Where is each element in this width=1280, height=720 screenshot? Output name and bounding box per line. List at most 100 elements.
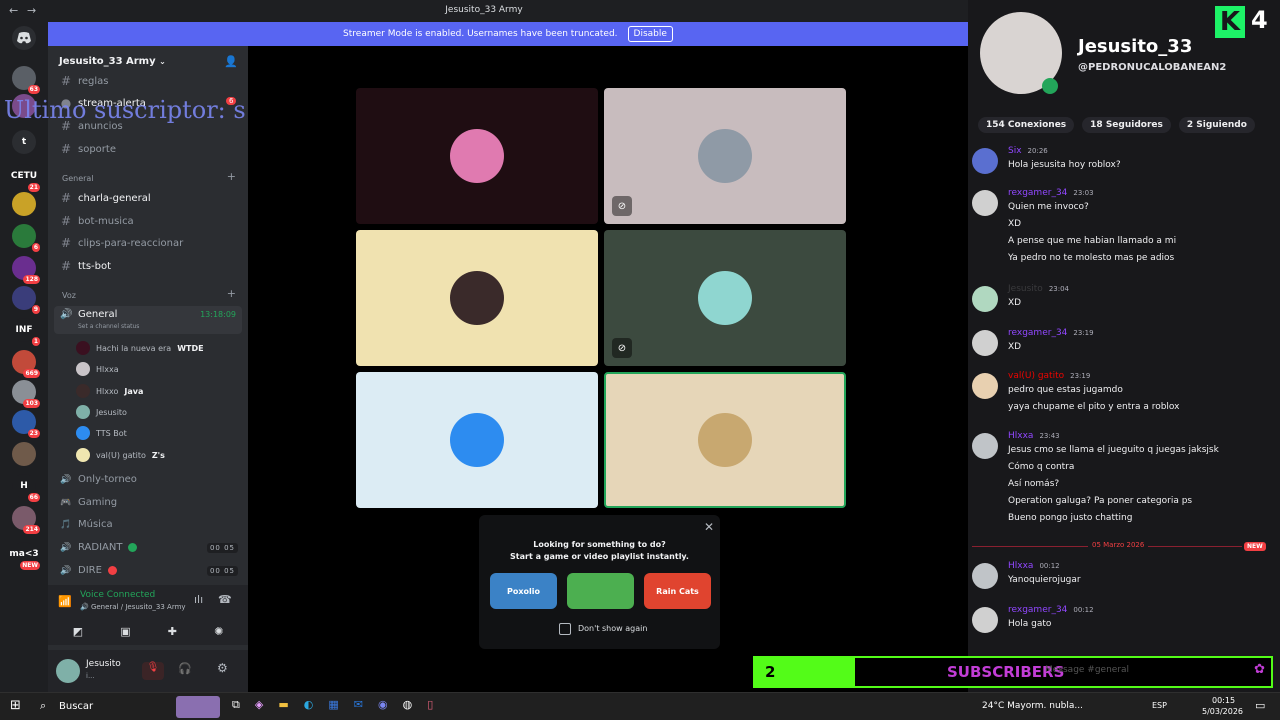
- voice-user[interactable]: Hlxxa: [76, 362, 119, 376]
- server-icon[interactable]: 9: [12, 286, 40, 314]
- chat-username[interactable]: Hlxxa 23:43: [1008, 431, 1060, 441]
- windows-start-icon[interactable]: ⊞: [10, 698, 21, 713]
- dont-show-checkbox[interactable]: [559, 623, 571, 635]
- voice-user[interactable]: Hachi la nueva era WTDE: [76, 341, 204, 355]
- voice-connected-label[interactable]: Voice Connected: [80, 590, 155, 600]
- category-general[interactable]: General: [62, 174, 94, 183]
- message-input[interactable]: Message #general: [1045, 665, 1129, 675]
- disable-button[interactable]: Disable: [627, 26, 673, 42]
- avatar[interactable]: [972, 563, 998, 589]
- voice-channel[interactable]: 🔊 RADIANT: [60, 542, 138, 553]
- voice-channel[interactable]: 🎵 Música: [60, 519, 112, 530]
- server-icon[interactable]: [12, 442, 36, 466]
- category-voz[interactable]: Voz: [62, 291, 76, 300]
- avatar[interactable]: [972, 190, 998, 216]
- server-icon[interactable]: H 66: [12, 474, 40, 502]
- task-view-icon[interactable]: ⧉: [232, 698, 240, 712]
- settings-gear-icon[interactable]: ⚙: [217, 661, 228, 675]
- notification-icon[interactable]: ▭: [1255, 699, 1265, 712]
- file-explorer-icon[interactable]: ▬: [278, 698, 288, 712]
- server-icon[interactable]: [12, 192, 36, 216]
- server-icon[interactable]: CETU 21: [11, 164, 40, 192]
- invite-icon[interactable]: 👤: [224, 55, 238, 68]
- activities-icon[interactable]: ✚: [168, 625, 177, 638]
- search-icon[interactable]: ⌕: [40, 699, 46, 713]
- avatar[interactable]: [972, 330, 998, 356]
- language[interactable]: ESP: [1152, 701, 1167, 710]
- avatar[interactable]: [972, 373, 998, 399]
- voice-channel[interactable]: 🔊 DIRE: [60, 565, 117, 576]
- channel-bot-musica[interactable]: # bot-musica: [60, 214, 134, 228]
- avatar[interactable]: [972, 433, 998, 459]
- server-icon[interactable]: 128: [12, 256, 40, 284]
- avatar[interactable]: [972, 148, 998, 174]
- app-icon[interactable]: ◍: [403, 698, 413, 712]
- soundboard-icon[interactable]: ılı: [194, 593, 203, 606]
- server-icon[interactable]: 23: [12, 410, 40, 438]
- avatar[interactable]: [972, 286, 998, 312]
- chat-username[interactable]: Six 20:26: [1008, 146, 1048, 156]
- mic-muted-icon[interactable]: 🎙: [142, 662, 164, 680]
- server-icon[interactable]: 103: [12, 380, 40, 408]
- active-voice-channel[interactable]: 🔊 General 13:18:09 Set a channel status: [54, 306, 242, 334]
- stat-followers[interactable]: 18 Seguidores: [1082, 117, 1171, 133]
- video-tile[interactable]: [356, 88, 598, 224]
- voice-user[interactable]: TTS Bot: [76, 426, 127, 440]
- stat-connections[interactable]: 154 Conexiones: [978, 117, 1075, 133]
- add-channel-icon[interactable]: +: [227, 170, 236, 183]
- game-card[interactable]: [567, 573, 634, 609]
- chat-username[interactable]: Hlxxa 00:12: [1008, 561, 1060, 571]
- taskbar-search[interactable]: Buscar: [59, 701, 93, 712]
- server-icon[interactable]: t: [12, 130, 36, 154]
- channel-charla-general[interactable]: # charla-general: [60, 191, 151, 205]
- server-icon[interactable]: 214: [12, 506, 40, 534]
- channel-clips-para-reaccionar[interactable]: # clips-para-reaccionar: [60, 236, 183, 250]
- voice-user[interactable]: val(U) gatito Z's: [76, 448, 165, 462]
- server-icon[interactable]: ma<3 NEW: [9, 542, 40, 570]
- server-icon[interactable]: 63: [12, 66, 40, 94]
- video-tile[interactable]: [356, 372, 598, 508]
- video-tile[interactable]: [604, 372, 846, 508]
- server-icon[interactable]: 6: [12, 224, 40, 252]
- discord-home-icon[interactable]: [12, 26, 36, 50]
- game-poxolio[interactable]: Poxolio: [490, 573, 557, 609]
- stat-following[interactable]: 2 Siguiendo: [1178, 117, 1255, 133]
- chat-username[interactable]: val(U) gatito 23:19: [1008, 371, 1090, 381]
- game-rain-cats[interactable]: Rain Cats: [644, 573, 711, 609]
- close-icon[interactable]: ✕: [704, 520, 714, 534]
- server-name[interactable]: Jesusito_33 Army ⌄: [59, 56, 166, 67]
- edge-icon[interactable]: ◐: [304, 698, 314, 712]
- video-tile[interactable]: ⊘: [604, 88, 846, 224]
- channel-soporte[interactable]: # soporte: [60, 142, 116, 156]
- chat-username[interactable]: rexgamer_34 00:12: [1008, 605, 1094, 615]
- chat-username[interactable]: rexgamer_34 23:03: [1008, 188, 1094, 198]
- chat-username[interactable]: rexgamer_34 23:19: [1008, 328, 1094, 338]
- server-icon[interactable]: 669: [12, 350, 40, 378]
- voice-channel[interactable]: 🔊 Only-torneo: [60, 474, 137, 485]
- avatar[interactable]: [56, 659, 80, 683]
- video-tile[interactable]: ⊘: [604, 230, 846, 366]
- add-voice-icon[interactable]: +: [227, 287, 236, 300]
- headphones-icon[interactable]: 🎧: [178, 662, 192, 675]
- avatar[interactable]: [972, 607, 998, 633]
- outlook-icon[interactable]: ✉: [354, 698, 363, 712]
- emote-icon[interactable]: ✿: [1254, 662, 1265, 677]
- clock-time[interactable]: 00:15: [1212, 696, 1235, 705]
- discord-task-icon[interactable]: ◉: [378, 698, 388, 712]
- camera-icon[interactable]: ◩: [73, 625, 83, 638]
- disconnect-icon[interactable]: ☎: [218, 593, 232, 606]
- clock-date[interactable]: 5/03/2026: [1202, 707, 1243, 716]
- screen-share-icon[interactable]: ▣: [120, 625, 130, 638]
- channel-tts-bot[interactable]: # tts-bot: [60, 259, 111, 273]
- channel-reglas[interactable]: # reglas: [60, 74, 109, 88]
- server-icon[interactable]: INF 1: [12, 318, 40, 346]
- voice-user[interactable]: Jesusito: [76, 405, 127, 419]
- store-icon[interactable]: ▦: [328, 698, 338, 712]
- voice-channel[interactable]: 🎮 Gaming: [60, 497, 117, 508]
- pinned-app-icon[interactable]: ▯: [427, 698, 433, 712]
- video-tile[interactable]: [356, 230, 598, 366]
- chat-username[interactable]: Jesusito 23:04: [1008, 284, 1069, 294]
- weather[interactable]: 24°C Mayorm. nubla...: [982, 701, 1083, 711]
- channel-status[interactable]: Set a channel status: [78, 323, 139, 330]
- copilot-icon[interactable]: ◈: [255, 698, 263, 712]
